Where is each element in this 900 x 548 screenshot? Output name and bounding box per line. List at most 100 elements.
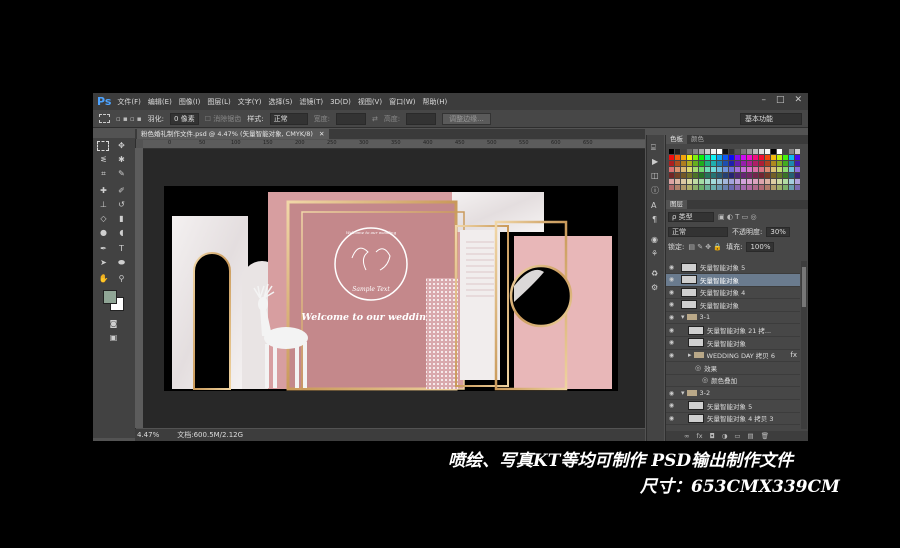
color-swatch[interactable] bbox=[669, 167, 674, 172]
visibility-eye-icon[interactable]: ◉ bbox=[666, 352, 677, 359]
color-swatch[interactable] bbox=[699, 155, 704, 160]
visibility-eye-icon[interactable]: ◉ bbox=[666, 314, 677, 321]
fill-input[interactable]: 100% bbox=[746, 242, 775, 252]
play-actions-icon[interactable]: ▶ bbox=[652, 157, 658, 166]
color-swatch[interactable] bbox=[783, 167, 788, 172]
color-swatch[interactable] bbox=[699, 149, 704, 154]
info-icon[interactable]: ⓘ bbox=[651, 185, 659, 196]
visibility-eye-icon[interactable]: ◉ bbox=[666, 339, 677, 346]
new-layer-icon[interactable]: ▤ bbox=[748, 432, 754, 440]
color-swatch[interactable] bbox=[687, 161, 692, 166]
visibility-eye-icon[interactable]: ◉ bbox=[666, 289, 677, 296]
color-swatch[interactable] bbox=[783, 155, 788, 160]
color-swatch[interactable] bbox=[753, 149, 758, 154]
move-tool-icon[interactable]: ✥ bbox=[115, 140, 128, 151]
menu-type[interactable]: 文字(Y) bbox=[238, 97, 262, 107]
dodge-tool-icon[interactable]: ◖ bbox=[115, 227, 128, 238]
color-swatch[interactable] bbox=[789, 167, 794, 172]
color-swatch[interactable] bbox=[741, 161, 746, 166]
color-swatch[interactable] bbox=[687, 155, 692, 160]
color-swatch[interactable] bbox=[675, 179, 680, 184]
pen-tool-icon[interactable]: ✒ bbox=[97, 243, 110, 254]
color-swatch[interactable] bbox=[783, 149, 788, 154]
color-swatch[interactable] bbox=[711, 173, 716, 178]
color-swatch[interactable] bbox=[747, 149, 752, 154]
visibility-eye-icon[interactable]: ◉ bbox=[666, 327, 677, 334]
color-swatch[interactable] bbox=[729, 167, 734, 172]
color-swatch[interactable] bbox=[681, 179, 686, 184]
layer-row[interactable]: ◎ 效果 bbox=[666, 362, 800, 375]
layer-fx-badge[interactable]: fx bbox=[790, 351, 797, 359]
blend-mode-select[interactable]: 正常 bbox=[668, 227, 728, 237]
color-swatch[interactable] bbox=[729, 161, 734, 166]
color-swatch[interactable] bbox=[693, 179, 698, 184]
color-swatch[interactable] bbox=[735, 185, 740, 190]
color-swatch[interactable] bbox=[741, 155, 746, 160]
color-swatch[interactable] bbox=[687, 179, 692, 184]
color-swatch[interactable] bbox=[765, 155, 770, 160]
properties-icon[interactable]: ♻ bbox=[651, 269, 658, 278]
zoom-tool-icon[interactable]: ⚲ bbox=[115, 273, 128, 284]
visibility-eye-icon[interactable]: ◉ bbox=[666, 276, 677, 283]
color-swatch[interactable] bbox=[711, 149, 716, 154]
color-swatch[interactable] bbox=[771, 179, 776, 184]
color-swatch[interactable] bbox=[699, 185, 704, 190]
menu-layer[interactable]: 图层(L) bbox=[207, 97, 230, 107]
canvas-area[interactable]: Sample Text Welcome to our wedding Welco… bbox=[143, 149, 645, 428]
color-swatch[interactable] bbox=[783, 179, 788, 184]
color-swatch[interactable] bbox=[681, 167, 686, 172]
adjustment-layer-icon[interactable]: ◑ bbox=[722, 432, 728, 440]
clone-source-icon[interactable]: ⚘ bbox=[651, 249, 658, 258]
color-swatch[interactable] bbox=[711, 179, 716, 184]
minimize-button[interactable]: – bbox=[761, 95, 766, 105]
color-swatch[interactable] bbox=[717, 161, 722, 166]
color-swatch[interactable] bbox=[675, 173, 680, 178]
color-swatch[interactable] bbox=[699, 167, 704, 172]
eyedropper-icon[interactable]: ✎ bbox=[115, 168, 128, 179]
color-swatch[interactable] bbox=[693, 173, 698, 178]
color-swatch[interactable] bbox=[747, 185, 752, 190]
color-swatch[interactable] bbox=[693, 185, 698, 190]
workspace-select[interactable]: 基本功能 bbox=[740, 113, 802, 125]
color-swatch[interactable] bbox=[735, 161, 740, 166]
color-swatch[interactable] bbox=[783, 173, 788, 178]
color-swatch[interactable] bbox=[669, 179, 674, 184]
color-swatch[interactable] bbox=[675, 185, 680, 190]
color-swatch[interactable] bbox=[735, 167, 740, 172]
color-swatch[interactable] bbox=[723, 161, 728, 166]
color-swatch[interactable] bbox=[729, 185, 734, 190]
color-swatch[interactable] bbox=[723, 149, 728, 154]
color-swatch[interactable] bbox=[681, 173, 686, 178]
layer-row[interactable]: ◉ ▾ 3-1 bbox=[666, 311, 800, 325]
color-swatch[interactable] bbox=[783, 185, 788, 190]
path-selection-icon[interactable]: ➤ bbox=[97, 257, 110, 268]
color-swatch[interactable] bbox=[705, 161, 710, 166]
color-swatch[interactable] bbox=[723, 155, 728, 160]
color-swatch[interactable] bbox=[753, 173, 758, 178]
color-swatch[interactable] bbox=[693, 167, 698, 172]
marquee-tool-preset-icon[interactable] bbox=[99, 114, 110, 123]
visibility-eye-icon[interactable]: ◉ bbox=[666, 415, 677, 422]
color-swatch[interactable] bbox=[693, 155, 698, 160]
color-swatch[interactable] bbox=[699, 173, 704, 178]
document-tab[interactable]: 粉色婚礼制作文件.psd @ 4.47% (矢量智能对象, CMYK/8) ✕ bbox=[137, 129, 329, 139]
color-swatch[interactable] bbox=[777, 155, 782, 160]
eraser-tool-icon[interactable]: ◇ bbox=[97, 213, 110, 224]
color-swatch[interactable] bbox=[777, 185, 782, 190]
filter-icons[interactable]: ▣ ◐ T ▭ ◎ bbox=[718, 213, 757, 221]
menu-select[interactable]: 选择(S) bbox=[268, 97, 292, 107]
color-swatch[interactable] bbox=[765, 179, 770, 184]
crop-tool-icon[interactable]: ⌗ bbox=[97, 168, 110, 179]
color-swatch[interactable] bbox=[759, 185, 764, 190]
lasso-tool-icon[interactable]: ᓬ bbox=[97, 154, 110, 165]
color-swatch[interactable] bbox=[699, 161, 704, 166]
color-swatch[interactable] bbox=[765, 173, 770, 178]
color-swatch[interactable] bbox=[669, 149, 674, 154]
color-swatch[interactable] bbox=[729, 173, 734, 178]
color-swatch[interactable] bbox=[747, 173, 752, 178]
color-swatch[interactable] bbox=[771, 161, 776, 166]
color-swatch[interactable] bbox=[753, 179, 758, 184]
new-group-icon[interactable]: ▭ bbox=[734, 432, 740, 440]
color-swatch[interactable] bbox=[777, 173, 782, 178]
brush-panel-icon[interactable]: ◉ bbox=[651, 235, 658, 244]
